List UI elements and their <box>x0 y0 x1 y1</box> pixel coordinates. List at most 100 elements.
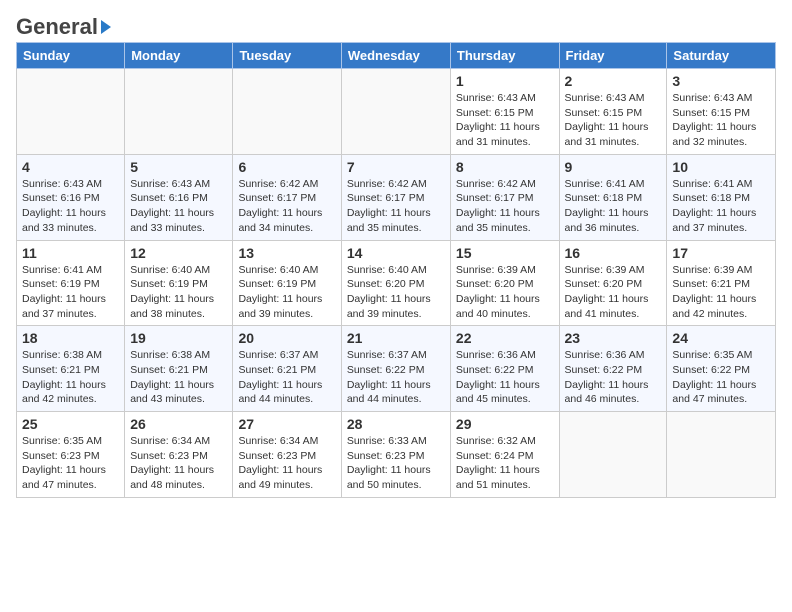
day-number: 17 <box>672 245 770 261</box>
page-header: General <box>16 16 776 34</box>
day-number: 2 <box>565 73 662 89</box>
day-info: Sunrise: 6:39 AM Sunset: 6:21 PM Dayligh… <box>672 263 770 322</box>
calendar-cell: 8 Sunrise: 6:42 AM Sunset: 6:17 PM Daylig… <box>450 154 559 240</box>
calendar-header-thursday: Thursday <box>450 43 559 69</box>
day-number: 4 <box>22 159 119 175</box>
day-info: Sunrise: 6:34 AM Sunset: 6:23 PM Dayligh… <box>130 434 227 493</box>
calendar-cell: 17 Sunrise: 6:39 AM Sunset: 6:21 PM Dayli… <box>667 240 776 326</box>
calendar-cell: 10 Sunrise: 6:41 AM Sunset: 6:18 PM Dayli… <box>667 154 776 240</box>
calendar-week-row: 11 Sunrise: 6:41 AM Sunset: 6:19 PM Dayli… <box>17 240 776 326</box>
day-info: Sunrise: 6:43 AM Sunset: 6:16 PM Dayligh… <box>130 177 227 236</box>
day-number: 29 <box>456 416 554 432</box>
day-number: 23 <box>565 330 662 346</box>
calendar-cell: 3 Sunrise: 6:43 AM Sunset: 6:15 PM Daylig… <box>667 69 776 155</box>
day-number: 27 <box>238 416 335 432</box>
calendar-cell: 25 Sunrise: 6:35 AM Sunset: 6:23 PM Dayli… <box>17 412 125 498</box>
calendar-cell: 4 Sunrise: 6:43 AM Sunset: 6:16 PM Daylig… <box>17 154 125 240</box>
calendar-cell: 19 Sunrise: 6:38 AM Sunset: 6:21 PM Dayli… <box>125 326 233 412</box>
calendar-cell: 1Sunrise: 6:43 AM Sunset: 6:15 PM Daylig… <box>450 69 559 155</box>
calendar-cell: 13Sunrise: 6:40 AM Sunset: 6:19 PM Dayli… <box>233 240 341 326</box>
day-info: Sunrise: 6:41 AM Sunset: 6:18 PM Dayligh… <box>672 177 770 236</box>
day-info: Sunrise: 6:40 AM Sunset: 6:19 PM Dayligh… <box>238 263 335 322</box>
calendar-cell <box>17 69 125 155</box>
calendar-cell: 6 Sunrise: 6:42 AM Sunset: 6:17 PM Daylig… <box>233 154 341 240</box>
day-info: Sunrise: 6:43 AM Sunset: 6:15 PM Dayligh… <box>672 91 770 150</box>
calendar-header-row: SundayMondayTuesdayWednesdayThursdayFrid… <box>17 43 776 69</box>
calendar-table: SundayMondayTuesdayWednesdayThursdayFrid… <box>16 42 776 498</box>
calendar-cell: 29Sunrise: 6:32 AM Sunset: 6:24 PM Dayli… <box>450 412 559 498</box>
day-number: 10 <box>672 159 770 175</box>
day-info: Sunrise: 6:38 AM Sunset: 6:21 PM Dayligh… <box>130 348 227 407</box>
calendar-cell: 14 Sunrise: 6:40 AM Sunset: 6:20 PM Dayli… <box>341 240 450 326</box>
calendar-cell: 24 Sunrise: 6:35 AM Sunset: 6:22 PM Dayli… <box>667 326 776 412</box>
calendar-cell: 22Sunrise: 6:36 AM Sunset: 6:22 PM Dayli… <box>450 326 559 412</box>
calendar-week-row: 25 Sunrise: 6:35 AM Sunset: 6:23 PM Dayli… <box>17 412 776 498</box>
calendar-cell: 18 Sunrise: 6:38 AM Sunset: 6:21 PM Dayli… <box>17 326 125 412</box>
day-number: 5 <box>130 159 227 175</box>
day-number: 24 <box>672 330 770 346</box>
calendar-week-row: 1 Sunrise: 6:43 AM Sunset: 6:15 PM Daylig… <box>17 69 776 155</box>
day-number: 6 <box>238 159 335 175</box>
day-number: 25 <box>22 416 119 432</box>
day-info: Sunrise: 6:41 AM Sunset: 6:19 PM Dayligh… <box>22 263 119 322</box>
day-number: 26 <box>130 416 227 432</box>
day-info: Sunrise: 6:37 AM Sunset: 6:21 PM Dayligh… <box>238 348 335 407</box>
calendar-cell: 27 Sunrise: 6:34 AM Sunset: 6:23 PM Dayli… <box>233 412 341 498</box>
day-info: Sunrise: 6:35 AM Sunset: 6:22 PM Dayligh… <box>672 348 770 407</box>
calendar-cell <box>125 69 233 155</box>
calendar-cell: 11 Sunrise: 6:41 AM Sunset: 6:19 PM Dayli… <box>17 240 125 326</box>
day-info: Sunrise: 6:36 AM Sunset: 6:22 PM Dayligh… <box>565 348 662 407</box>
day-info: Sunrise: 6:42 AM Sunset: 6:17 PM Dayligh… <box>238 177 335 236</box>
calendar-header-friday: Friday <box>559 43 667 69</box>
calendar-header-sunday: Sunday <box>17 43 125 69</box>
day-number: 3 <box>672 73 770 89</box>
calendar-cell: 21 Sunrise: 6:37 AM Sunset: 6:22 PM Dayli… <box>341 326 450 412</box>
day-info: Sunrise: 6:40 AM Sunset: 6:20 PM Dayligh… <box>347 263 445 322</box>
day-info: Sunrise: 6:34 AM Sunset: 6:23 PM Dayligh… <box>238 434 335 493</box>
logo: General <box>16 16 111 34</box>
day-info: Sunrise: 6:38 AM Sunset: 6:21 PM Dayligh… <box>22 348 119 407</box>
day-number: 19 <box>130 330 227 346</box>
day-info: Sunrise: 6:43 AM Sunset: 6:16 PM Dayligh… <box>22 177 119 236</box>
day-number: 18 <box>22 330 119 346</box>
calendar-cell: 23 Sunrise: 6:36 AM Sunset: 6:22 PM Dayli… <box>559 326 667 412</box>
day-number: 9 <box>565 159 662 175</box>
day-number: 11 <box>22 245 119 261</box>
day-number: 8 <box>456 159 554 175</box>
day-info: Sunrise: 6:41 AM Sunset: 6:18 PM Dayligh… <box>565 177 662 236</box>
day-number: 28 <box>347 416 445 432</box>
day-number: 1 <box>456 73 554 89</box>
calendar-week-row: 4 Sunrise: 6:43 AM Sunset: 6:16 PM Daylig… <box>17 154 776 240</box>
logo-triangle-icon <box>101 20 111 34</box>
calendar-header-monday: Monday <box>125 43 233 69</box>
logo-text: General <box>16 16 98 38</box>
day-info: Sunrise: 6:39 AM Sunset: 6:20 PM Dayligh… <box>565 263 662 322</box>
calendar-header-wednesday: Wednesday <box>341 43 450 69</box>
day-number: 7 <box>347 159 445 175</box>
day-number: 14 <box>347 245 445 261</box>
calendar-cell: 2 Sunrise: 6:43 AM Sunset: 6:15 PM Daylig… <box>559 69 667 155</box>
calendar-cell: 12Sunrise: 6:40 AM Sunset: 6:19 PM Dayli… <box>125 240 233 326</box>
calendar-week-row: 18 Sunrise: 6:38 AM Sunset: 6:21 PM Dayli… <box>17 326 776 412</box>
day-info: Sunrise: 6:35 AM Sunset: 6:23 PM Dayligh… <box>22 434 119 493</box>
calendar-cell <box>341 69 450 155</box>
day-number: 15 <box>456 245 554 261</box>
calendar-cell: 16 Sunrise: 6:39 AM Sunset: 6:20 PM Dayli… <box>559 240 667 326</box>
calendar-cell: 7Sunrise: 6:42 AM Sunset: 6:17 PM Daylig… <box>341 154 450 240</box>
day-number: 16 <box>565 245 662 261</box>
day-number: 21 <box>347 330 445 346</box>
calendar-cell: 26 Sunrise: 6:34 AM Sunset: 6:23 PM Dayli… <box>125 412 233 498</box>
day-info: Sunrise: 6:40 AM Sunset: 6:19 PM Dayligh… <box>130 263 227 322</box>
calendar-cell: 28Sunrise: 6:33 AM Sunset: 6:23 PM Dayli… <box>341 412 450 498</box>
day-info: Sunrise: 6:43 AM Sunset: 6:15 PM Dayligh… <box>565 91 662 150</box>
calendar-cell: 5 Sunrise: 6:43 AM Sunset: 6:16 PM Daylig… <box>125 154 233 240</box>
calendar-cell: 9 Sunrise: 6:41 AM Sunset: 6:18 PM Daylig… <box>559 154 667 240</box>
calendar-header-saturday: Saturday <box>667 43 776 69</box>
calendar-cell: 15 Sunrise: 6:39 AM Sunset: 6:20 PM Dayli… <box>450 240 559 326</box>
calendar-header-tuesday: Tuesday <box>233 43 341 69</box>
day-info: Sunrise: 6:42 AM Sunset: 6:17 PM Dayligh… <box>456 177 554 236</box>
calendar-cell <box>233 69 341 155</box>
day-info: Sunrise: 6:39 AM Sunset: 6:20 PM Dayligh… <box>456 263 554 322</box>
day-info: Sunrise: 6:37 AM Sunset: 6:22 PM Dayligh… <box>347 348 445 407</box>
day-number: 22 <box>456 330 554 346</box>
